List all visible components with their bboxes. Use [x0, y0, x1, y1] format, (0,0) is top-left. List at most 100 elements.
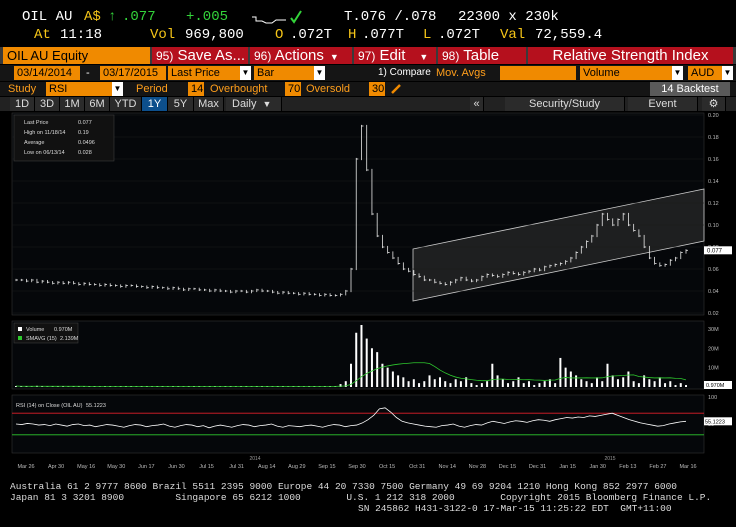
start-date-field[interactable]: 03/14/2014 [14, 66, 80, 80]
vol-label: Vol [150, 27, 176, 43]
x-tick-label: Dec 15 [499, 464, 516, 470]
volume-bar [648, 379, 651, 387]
oversold-field[interactable]: 30 [369, 82, 385, 96]
chart-area[interactable]: 0.200.180.160.140.120.100.080.060.040.02… [0, 111, 736, 476]
legend-average-value: 0.0496 [78, 140, 95, 146]
table-button[interactable]: 98) Table [438, 47, 526, 64]
dropdown-icon[interactable]: ▼ [722, 66, 733, 80]
volume-bar [501, 379, 504, 387]
range-1y[interactable]: 1Y [142, 97, 168, 111]
year-label: 2014 [249, 456, 260, 462]
up-arrow-icon: ↑ [108, 9, 117, 25]
volume-field-select[interactable]: Volume [580, 66, 672, 80]
volume-tick-label: 30M [708, 327, 719, 333]
compare-slot-1[interactable] [500, 66, 576, 80]
volume-bar [407, 381, 410, 387]
period-label: Period [136, 83, 168, 95]
volume-bar [580, 379, 583, 387]
price-tick-label: 0.14 [708, 179, 719, 185]
x-tick-label: Jul 31 [229, 464, 244, 470]
dropdown-icon: ▼ [329, 52, 339, 62]
price-panel: 0.200.180.160.140.120.100.080.060.040.02… [11, 112, 732, 317]
security-field[interactable]: OIL AU Equity [3, 47, 150, 64]
compare-value[interactable]: Mov. Avgs [436, 66, 486, 80]
at-label: At [34, 27, 51, 43]
range-3d[interactable]: 3D [35, 97, 60, 111]
x-tick-label: May 16 [77, 464, 95, 470]
volume-bar [543, 381, 546, 387]
range-1m[interactable]: 1M [60, 97, 85, 111]
volume-bar [423, 381, 426, 387]
study-select[interactable]: RSI [46, 82, 112, 96]
low-label: L [423, 27, 432, 43]
price-tick-label: 0.12 [708, 201, 719, 207]
gear-icon[interactable]: ⚙ [702, 97, 726, 111]
volume-bar [554, 383, 557, 387]
event-button[interactable]: Event [628, 97, 698, 111]
x-tick-label: Mar 16 [679, 464, 696, 470]
chart-style-select[interactable]: Bar [254, 66, 314, 80]
volume-bar [658, 377, 661, 387]
study-label: Study [8, 83, 37, 95]
range-6m[interactable]: 6M [85, 97, 110, 111]
volume-bar [370, 348, 373, 387]
volume-bar [412, 379, 415, 387]
actions-menu[interactable]: 96) Actions ▼ [250, 47, 352, 64]
legend-high: High on 11/18/14 [24, 130, 66, 136]
volume-legend: Volume 0.970M SMAVG (15) 2.139M [13, 322, 79, 344]
currency-select[interactable]: AUD [688, 66, 722, 80]
traded-value: 72,559.4 [535, 27, 603, 43]
range-1d[interactable]: 1D [10, 97, 35, 111]
bid-ask-size: 22300 x 230k [458, 9, 559, 25]
range-ytd[interactable]: YTD [110, 97, 142, 111]
period-field[interactable]: 14 [188, 82, 204, 96]
legend-price-value: 0.077 [78, 120, 92, 126]
dropdown-icon[interactable]: ▼ [672, 66, 683, 80]
x-tick-label: Oct 15 [379, 464, 395, 470]
x-tick-label: Jun 17 [138, 464, 155, 470]
oversold-label: Oversold [306, 83, 351, 95]
last-price-label: 0.077 [707, 248, 723, 254]
collapse-icon[interactable]: « [470, 97, 484, 111]
x-tick-label: Jan 15 [559, 464, 576, 470]
legend-volume-value: 0.970M [54, 327, 73, 333]
quote-line-2: At 11:18 Vol 969,800 O .072T H .077T L .… [0, 27, 736, 45]
period-select[interactable]: Daily ▼ [226, 97, 282, 111]
val-label: Val [500, 27, 526, 43]
volume-bar [585, 381, 588, 387]
price-tick-label: 0.06 [708, 267, 719, 273]
high-price: .077T [362, 27, 405, 43]
volume-bar [428, 375, 431, 387]
save-as-button[interactable]: 95) Save As... [152, 47, 248, 64]
backtest-button[interactable]: 14 Backtest [650, 82, 730, 96]
volume-bar [438, 377, 441, 387]
volume-bar [454, 379, 457, 387]
volume-bar [402, 377, 405, 387]
rsi-panel: 1005055.1223 RSI (14) on Close (OIL AU) … [11, 394, 732, 454]
open-price: .072T [290, 27, 333, 43]
volume-bar [527, 381, 530, 387]
ticker[interactable]: OIL AU [22, 9, 72, 25]
legend-smavg-value: 2.139M [60, 336, 79, 342]
footer-line-1: Australia 61 2 9777 8600 Brazil 5511 239… [10, 481, 678, 492]
open-label: O [275, 27, 284, 43]
end-date-field[interactable]: 03/17/2015 [100, 66, 166, 80]
x-tick-label: Feb 27 [649, 464, 666, 470]
edit-menu[interactable]: 97) Edit ▼ [354, 47, 436, 64]
dropdown-icon[interactable]: ▼ [240, 66, 251, 80]
price-field-select[interactable]: Last Price [168, 66, 240, 80]
range-max[interactable]: Max [194, 97, 224, 111]
volume-bar [601, 381, 604, 387]
volume-bar [397, 375, 400, 387]
overbought-field[interactable]: 70 [285, 82, 301, 96]
overbought-label: Overbought [210, 83, 268, 95]
security-study-button[interactable]: Security/Study [505, 97, 625, 111]
dropdown-icon[interactable]: ▼ [314, 66, 325, 80]
pencil-icon[interactable] [390, 83, 402, 95]
x-tick-label: Mar 26 [17, 464, 34, 470]
legend-volume-title: Volume [26, 327, 44, 333]
volume-bar [606, 363, 609, 387]
dropdown-icon[interactable]: ▼ [112, 82, 123, 96]
range-5y[interactable]: 5Y [168, 97, 194, 111]
year-label: 2015 [604, 456, 615, 462]
